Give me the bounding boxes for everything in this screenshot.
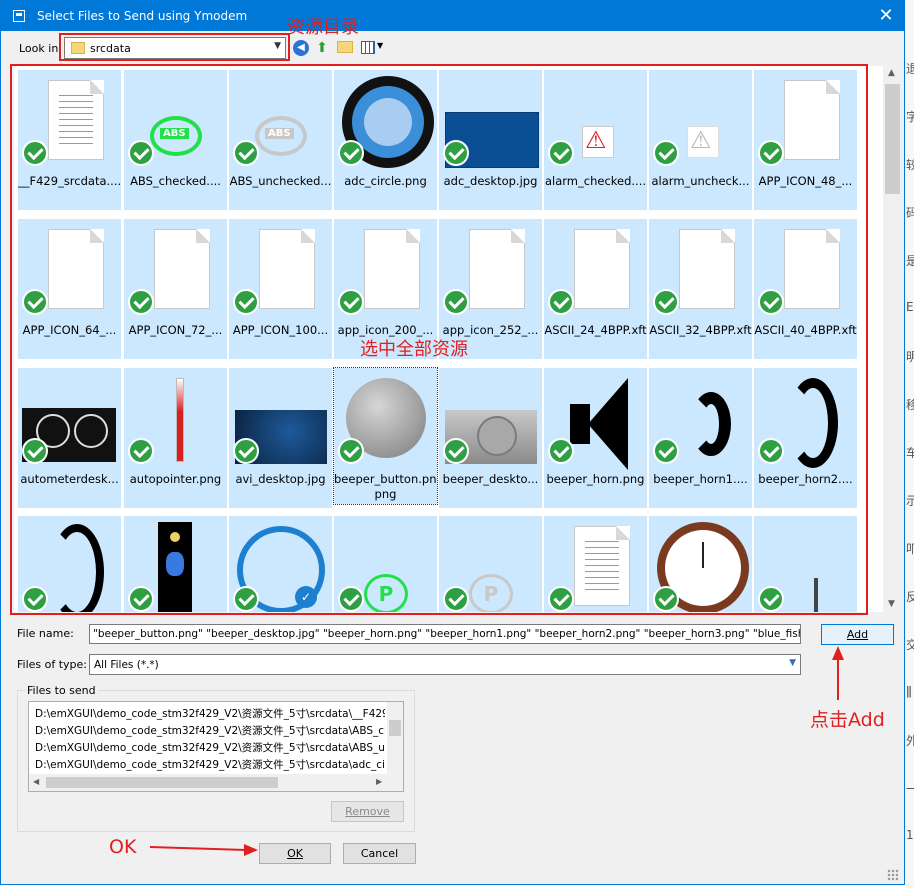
background-char: 明	[906, 350, 914, 364]
arrow-to-ok-head	[244, 844, 258, 856]
background-char: 字	[906, 110, 914, 124]
background-char: 外	[906, 734, 914, 748]
background-window-text: 退字较码是 E 明移车示叩反交 ǁ 外一 1	[906, 60, 914, 880]
background-char: ǁ	[906, 684, 912, 698]
background-char: 是	[906, 254, 914, 268]
arrow-to-add-head	[832, 646, 844, 660]
arrow-to-ok	[149, 846, 247, 851]
background-char: 码	[906, 206, 914, 220]
background-char: 1	[906, 828, 914, 842]
background-char: E	[906, 300, 914, 314]
background-char: 移	[906, 398, 914, 412]
annotation-arrows	[149, 646, 844, 856]
background-char: 一	[906, 782, 914, 796]
background-char: 车	[906, 446, 914, 460]
background-char: 较	[906, 158, 914, 172]
background-char: 示	[906, 494, 914, 508]
background-char: 退	[906, 62, 914, 76]
background-char: 反	[906, 590, 914, 604]
background-char: 交	[906, 638, 914, 652]
background-char: 叩	[906, 542, 914, 556]
